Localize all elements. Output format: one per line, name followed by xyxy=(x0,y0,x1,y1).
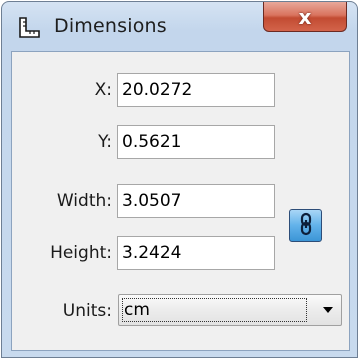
chevron-down-icon[interactable] xyxy=(323,307,333,313)
close-icon: x xyxy=(298,4,312,29)
width-label: Width: xyxy=(56,191,112,211)
lock-aspect-button[interactable] xyxy=(289,209,322,242)
chain-link-icon xyxy=(296,212,316,240)
window-title: Dimensions xyxy=(54,15,167,37)
x-field[interactable] xyxy=(117,73,275,107)
dialog-content: X: Y: Width: Height: Units: cm xyxy=(11,51,350,351)
width-field[interactable] xyxy=(117,184,275,218)
ruler-corner-icon xyxy=(17,16,41,40)
units-select[interactable]: cm xyxy=(118,294,342,326)
y-field[interactable] xyxy=(117,125,275,159)
x-label: X: xyxy=(94,80,112,100)
title-bar[interactable]: Dimensions x xyxy=(2,2,357,50)
units-label: Units: xyxy=(62,301,112,321)
height-field[interactable] xyxy=(117,236,275,270)
units-selected-value: cm xyxy=(122,298,307,322)
close-button[interactable]: x xyxy=(263,2,347,32)
y-label: Y: xyxy=(98,132,112,152)
height-label: Height: xyxy=(50,243,112,263)
dimensions-window: Dimensions x X: Y: Width: Height: Units:… xyxy=(1,1,358,358)
